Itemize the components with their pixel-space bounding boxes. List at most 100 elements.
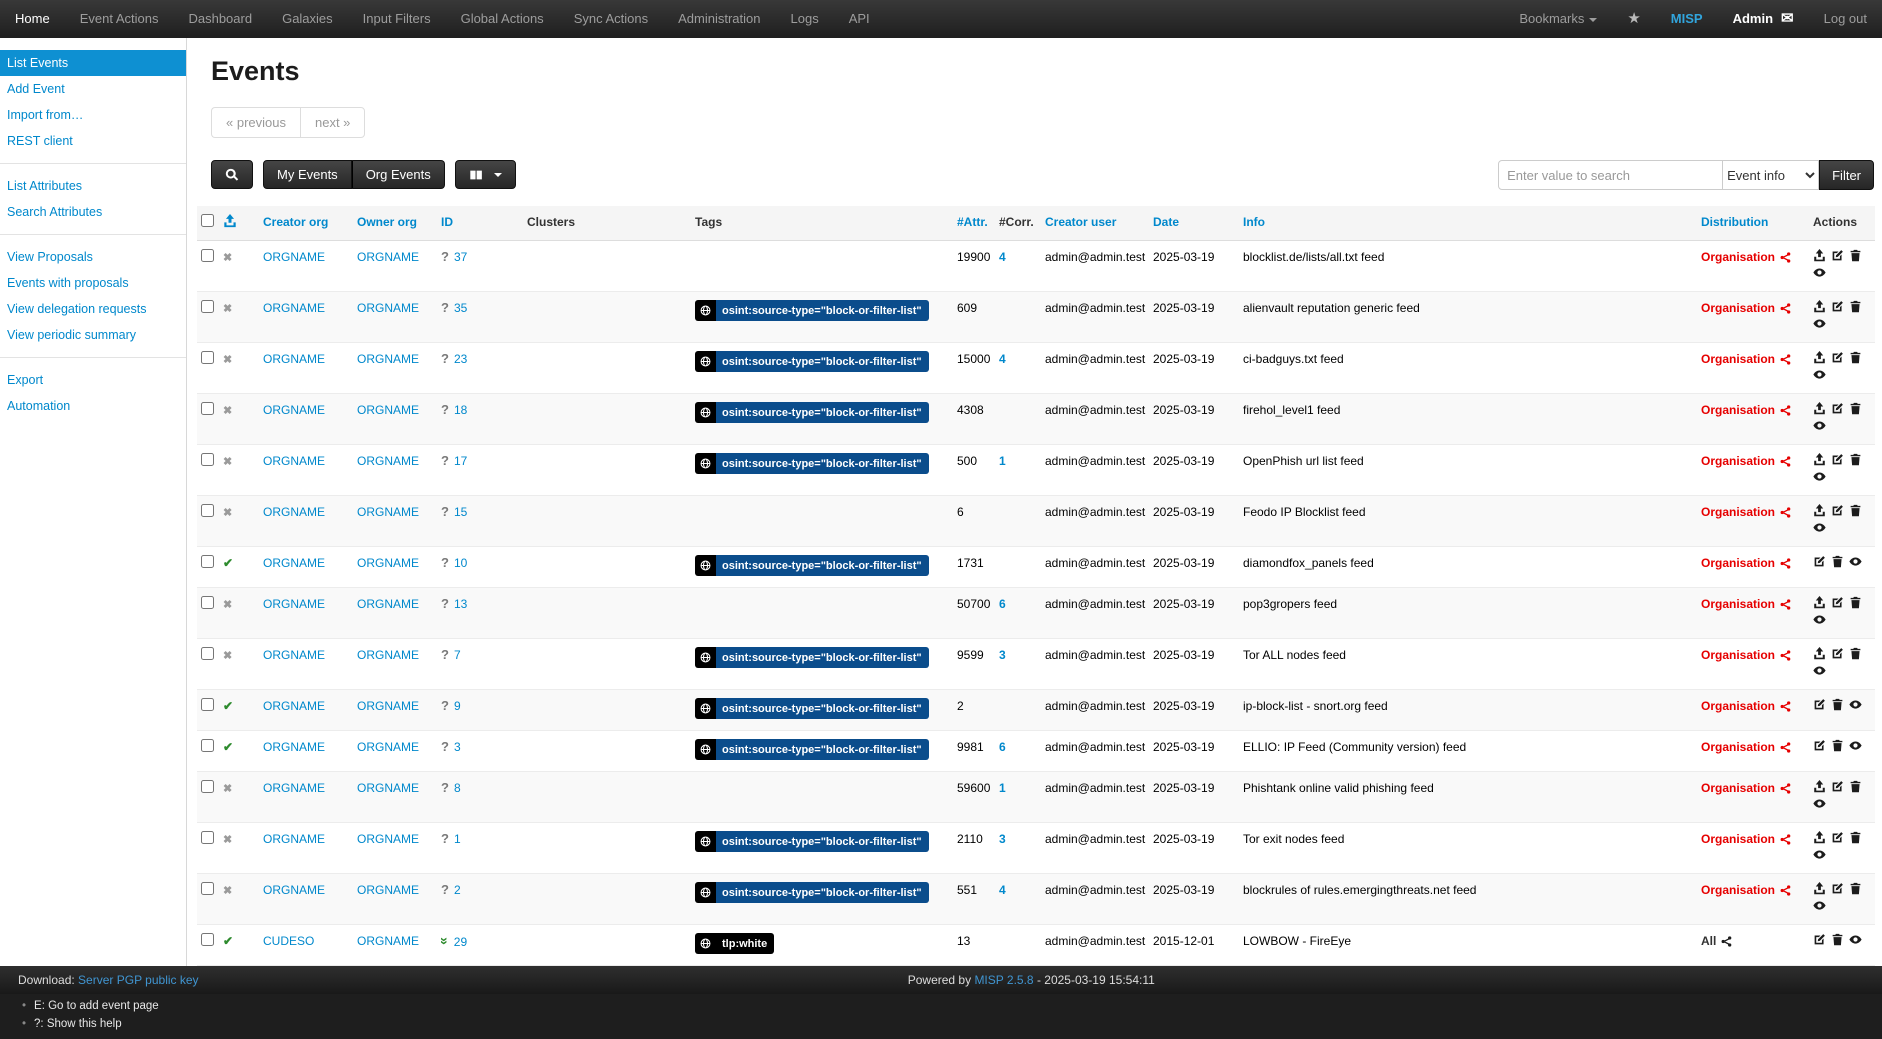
publish-event-button[interactable] <box>1813 300 1826 313</box>
delete-event-button[interactable] <box>1849 780 1862 793</box>
sidebar-item-automation[interactable]: Automation <box>0 393 186 419</box>
view-event-button[interactable] <box>1813 368 1826 381</box>
logout-link[interactable]: Log out <box>1809 0 1882 38</box>
distribution-link[interactable]: Organisation <box>1701 739 1791 755</box>
delete-event-button[interactable] <box>1849 351 1862 364</box>
view-event-button[interactable] <box>1849 739 1862 752</box>
sidebar-item-events-with-proposals[interactable]: Events with proposals <box>0 270 186 296</box>
owner-org-link[interactable]: ORGNAME <box>357 597 419 611</box>
row-checkbox[interactable] <box>201 739 214 752</box>
view-event-button[interactable] <box>1813 797 1826 810</box>
view-event-button[interactable] <box>1813 317 1826 330</box>
event-id-link[interactable]: 10 <box>454 556 467 570</box>
sidebar-item-view-proposals[interactable]: View Proposals <box>0 244 186 270</box>
owner-org-link[interactable]: ORGNAME <box>357 648 419 662</box>
event-id-link[interactable]: 18 <box>454 403 467 417</box>
event-id-link[interactable]: 9 <box>454 699 461 713</box>
column-header-id[interactable]: ID <box>437 206 523 241</box>
delete-event-button[interactable] <box>1849 249 1862 262</box>
delete-event-button[interactable] <box>1849 647 1862 660</box>
creator-org-link[interactable]: ORGNAME <box>263 301 325 315</box>
publish-event-button[interactable] <box>1813 351 1826 364</box>
view-event-button[interactable] <box>1849 933 1862 946</box>
row-checkbox[interactable] <box>201 933 214 946</box>
event-id-link[interactable]: 17 <box>454 454 467 468</box>
row-checkbox[interactable] <box>201 698 214 711</box>
event-id-link[interactable]: 37 <box>454 250 467 264</box>
creator-org-link[interactable]: ORGNAME <box>263 740 325 754</box>
edit-event-button[interactable] <box>1831 351 1844 364</box>
columns-dropdown-button[interactable] <box>455 160 516 189</box>
distribution-link[interactable]: Organisation <box>1701 249 1791 265</box>
column-header--attr-[interactable]: #Attr. <box>953 206 995 241</box>
column-header-owner-org[interactable]: Owner org <box>353 206 437 241</box>
row-checkbox[interactable] <box>201 831 214 844</box>
envelope-icon[interactable]: ✉ <box>1781 0 1794 38</box>
org-events-button[interactable]: Org Events <box>352 160 445 189</box>
nav-item-sync-actions[interactable]: Sync Actions <box>559 0 663 38</box>
view-event-button[interactable] <box>1813 521 1826 534</box>
publish-event-button[interactable] <box>1813 249 1826 262</box>
owner-org-link[interactable]: ORGNAME <box>357 781 419 795</box>
edit-event-button[interactable] <box>1831 831 1844 844</box>
edit-event-button[interactable] <box>1813 698 1826 711</box>
event-tag[interactable]: osint:source-type="block-or-filter-list" <box>695 698 929 719</box>
view-event-button[interactable] <box>1813 419 1826 432</box>
view-event-button[interactable] <box>1813 470 1826 483</box>
nav-item-api[interactable]: API <box>834 0 885 38</box>
nav-item-logs[interactable]: Logs <box>776 0 834 38</box>
edit-event-button[interactable] <box>1831 596 1844 609</box>
event-tag[interactable]: osint:source-type="block-or-filter-list" <box>695 453 929 474</box>
delete-event-button[interactable] <box>1849 831 1862 844</box>
search-input[interactable] <box>1498 160 1723 190</box>
edit-event-button[interactable] <box>1831 780 1844 793</box>
distribution-link[interactable]: Organisation <box>1701 300 1791 316</box>
view-event-button[interactable] <box>1813 266 1826 279</box>
row-checkbox[interactable] <box>201 453 214 466</box>
event-tag[interactable]: osint:source-type="block-or-filter-list" <box>695 402 929 423</box>
correlation-count-link[interactable]: 1 <box>999 781 1006 795</box>
select-all-checkbox[interactable] <box>201 214 214 227</box>
creator-org-link[interactable]: ORGNAME <box>263 832 325 846</box>
sidebar-item-export[interactable]: Export <box>0 367 186 393</box>
distribution-link[interactable]: Organisation <box>1701 555 1791 571</box>
creator-org-link[interactable]: ORGNAME <box>263 699 325 713</box>
distribution-link[interactable]: Organisation <box>1701 402 1791 418</box>
previous-page-button[interactable]: « previous <box>211 107 300 138</box>
publish-event-button[interactable] <box>1813 647 1826 660</box>
publish-event-button[interactable] <box>1813 882 1826 895</box>
row-checkbox[interactable] <box>201 647 214 660</box>
edit-event-button[interactable] <box>1831 647 1844 660</box>
correlation-count-link[interactable]: 6 <box>999 740 1006 754</box>
delete-event-button[interactable] <box>1831 933 1844 946</box>
publish-event-button[interactable] <box>1813 831 1826 844</box>
row-checkbox[interactable] <box>201 555 214 568</box>
event-id-link[interactable]: 1 <box>454 832 461 846</box>
correlation-count-link[interactable]: 1 <box>999 454 1006 468</box>
nav-item-administration[interactable]: Administration <box>663 0 775 38</box>
distribution-link[interactable]: All <box>1701 933 1732 949</box>
creator-org-link[interactable]: ORGNAME <box>263 250 325 264</box>
delete-event-button[interactable] <box>1849 504 1862 517</box>
edit-event-button[interactable] <box>1831 453 1844 466</box>
creator-org-link[interactable]: ORGNAME <box>263 454 325 468</box>
publish-event-button[interactable] <box>1813 453 1826 466</box>
creator-org-link[interactable]: ORGNAME <box>263 352 325 366</box>
row-checkbox[interactable] <box>201 882 214 895</box>
correlation-count-link[interactable]: 4 <box>999 352 1006 366</box>
creator-org-link[interactable]: ORGNAME <box>263 883 325 897</box>
owner-org-link[interactable]: ORGNAME <box>357 301 419 315</box>
event-id-link[interactable]: 3 <box>454 740 461 754</box>
nav-item-home[interactable]: Home <box>0 0 65 38</box>
publish-event-button[interactable] <box>1813 402 1826 415</box>
owner-org-link[interactable]: ORGNAME <box>357 505 419 519</box>
correlation-count-link[interactable]: 6 <box>999 597 1006 611</box>
delete-event-button[interactable] <box>1849 300 1862 313</box>
distribution-link[interactable]: Organisation <box>1701 698 1791 714</box>
sidebar-item-view-periodic-summary[interactable]: View periodic summary <box>0 322 186 348</box>
view-event-button[interactable] <box>1813 899 1826 912</box>
my-events-button[interactable]: My Events <box>263 160 352 189</box>
distribution-link[interactable]: Organisation <box>1701 504 1791 520</box>
event-tag[interactable]: osint:source-type="block-or-filter-list" <box>695 300 929 321</box>
row-checkbox[interactable] <box>201 780 214 793</box>
